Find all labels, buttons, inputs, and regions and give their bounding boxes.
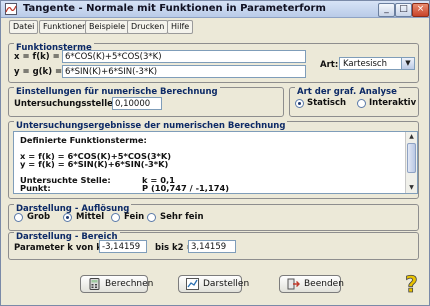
menu-hilfe[interactable]: Hilfe xyxy=(167,20,194,34)
scroll-down-icon[interactable]: ▼ xyxy=(406,183,417,193)
beenden-label: Beenden xyxy=(304,279,344,289)
k1-field[interactable]: -3,14159 xyxy=(99,240,147,253)
ergebnisse-label: Untersuchungsergebnisse der numerischen … xyxy=(14,121,288,131)
radio-interaktiv[interactable] xyxy=(357,99,366,108)
radio-grob[interactable] xyxy=(14,213,23,222)
art-select-value: Kartesisch xyxy=(343,59,387,69)
minimize-icon: _ xyxy=(384,4,389,14)
art-label: Art: xyxy=(320,60,339,70)
close-button[interactable]: × xyxy=(412,3,429,17)
radio-sehr-fein[interactable] xyxy=(147,213,156,222)
svg-text:?: ? xyxy=(405,273,418,296)
radio-sehr-fein-label: Sehr fein xyxy=(160,212,204,222)
analyse-label: Art der graf. Analyse xyxy=(295,87,399,97)
beenden-button[interactable]: Beenden xyxy=(279,275,344,293)
radio-interaktiv-label: Interaktiv xyxy=(369,98,417,108)
result-line-7: Punkt: xyxy=(20,183,51,193)
app-icon xyxy=(5,3,17,15)
berechnen-button[interactable]: Berechnen xyxy=(80,275,153,293)
radio-statisch[interactable] xyxy=(295,99,304,108)
menu-bar: Datei Funktionen Beispiele Drucken Hilfe xyxy=(1,18,429,34)
results-scrollbar[interactable]: ▲ ▼ xyxy=(405,132,417,193)
scroll-up-icon[interactable]: ▲ xyxy=(406,132,417,142)
radio-grob-label: Grob xyxy=(27,212,51,222)
close-icon: × xyxy=(416,4,425,14)
calculator-icon xyxy=(89,278,100,290)
darstellen-label: Darstellen xyxy=(203,279,250,289)
radio-fein[interactable] xyxy=(111,213,120,222)
chevron-down-icon[interactable]: ▼ xyxy=(401,58,414,69)
radio-fein-label: Fein xyxy=(124,212,145,222)
menu-beispiele[interactable]: Beispiele xyxy=(85,20,130,34)
y-term-label: y = g(k) = xyxy=(14,67,63,77)
radio-mittel-label: Mittel xyxy=(76,212,105,222)
maximize-icon: □ xyxy=(399,4,408,14)
scroll-thumb[interactable] xyxy=(407,143,416,173)
radio-statisch-label: Statisch xyxy=(307,98,347,108)
berechnen-label: Berechnen xyxy=(105,279,154,289)
darstellen-button[interactable]: Darstellen xyxy=(178,275,249,293)
k2-field[interactable]: 3,14159 xyxy=(188,240,236,253)
result-line-1: Definierte Funktionsterme: xyxy=(20,135,147,145)
x-term-field[interactable]: 6*COS(K)+5*COS(3*K) xyxy=(62,50,306,63)
radio-mittel[interactable] xyxy=(63,213,72,222)
untersuchungsstelle-field[interactable]: 0,10000 xyxy=(112,97,162,110)
menu-funktionen[interactable]: Funktionen xyxy=(39,20,92,34)
title-bar[interactable]: Tangente - Normale mit Funktionen in Par… xyxy=(1,1,429,18)
chart-icon xyxy=(186,278,199,290)
window-title: Tangente - Normale mit Funktionen in Par… xyxy=(23,3,326,14)
minimize-button[interactable]: _ xyxy=(378,3,395,17)
einstellungen-label: Einstellungen für numerische Berechnung xyxy=(14,87,220,97)
app-window: Tangente - Normale mit Funktionen in Par… xyxy=(0,0,430,306)
result-punkt-value: P (10,747 / -1,174) xyxy=(142,183,230,193)
art-select[interactable]: Kartesisch ▼ xyxy=(339,57,415,70)
x-term-label: x = f(k) = xyxy=(14,52,60,62)
maximize-button[interactable]: □ xyxy=(395,3,412,17)
result-line-4: y = f(k) = 6*SIN(K)+6*SIN(-3*K) xyxy=(20,159,169,169)
y-term-field[interactable]: 6*SIN(K)+6*SIN(-3*K) xyxy=(62,65,306,78)
exit-icon xyxy=(287,278,300,290)
ergebnisse-textarea[interactable]: Definierte Funktionsterme: x = f(k) = 6*… xyxy=(13,131,418,194)
help-icon[interactable]: ? xyxy=(401,272,423,296)
menu-drucken[interactable]: Drucken xyxy=(127,20,169,34)
menu-datei[interactable]: Datei xyxy=(9,20,39,34)
